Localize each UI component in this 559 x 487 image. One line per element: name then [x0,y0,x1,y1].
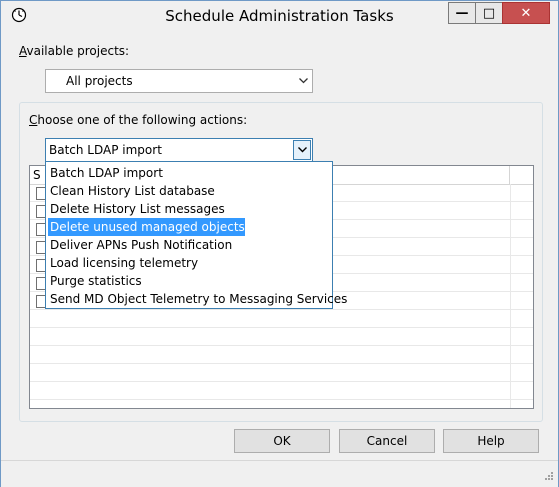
table-row [30,364,533,382]
table-row [30,346,533,364]
close-button[interactable]: ✕ [502,2,550,24]
dropdown-option[interactable]: Batch LDAP import [48,164,163,182]
title-bar[interactable]: Schedule Administration Tasks — □ ✕ [1,1,558,31]
actions-label-text: hoose one of the following actions: [37,113,248,127]
available-projects-label: Available projects: [19,44,129,58]
dialog-window: Schedule Administration Tasks — □ ✕ Avai… [0,0,559,487]
ok-button[interactable]: OK [234,429,330,453]
maximize-button[interactable]: □ [475,2,503,24]
available-projects-label-text: vailable projects: [26,44,130,58]
dropdown-option[interactable]: Send MD Object Telemetry to Messaging Se… [48,290,347,308]
minimize-icon: — [455,5,469,21]
close-icon: ✕ [520,5,532,21]
dropdown-option[interactable]: Purge statistics [48,272,142,290]
minimize-button[interactable]: — [448,2,476,24]
dropdown-option[interactable]: Delete History List messages [48,200,225,218]
available-projects-accel: A [19,44,27,58]
grid-header-last[interactable] [510,166,533,184]
status-bar [1,460,558,487]
action-select-value[interactable]: Batch LDAP import [46,143,293,157]
cancel-button[interactable]: Cancel [339,429,435,453]
resize-grip-icon[interactable] [542,471,554,483]
help-button[interactable]: Help [443,429,539,453]
table-row [30,382,533,400]
table-row [30,310,533,328]
action-dropdown-list[interactable]: Batch LDAP import Clean History List dat… [45,161,347,309]
dropdown-option[interactable]: Clean History List database [48,182,215,200]
dropdown-option[interactable]: Load licensing telemetry [48,254,198,272]
projects-select-value: All projects [66,74,133,88]
chevron-down-icon[interactable] [293,140,311,160]
dropdown-option[interactable]: Deliver APNs Push Notification [48,236,232,254]
dropdown-option-highlighted[interactable]: Delete unused managed objects [48,218,245,236]
maximize-icon: □ [482,5,496,21]
actions-label: Choose one of the following actions: [29,113,247,127]
action-select[interactable]: Batch LDAP import [45,138,313,162]
projects-select[interactable]: All projects [45,69,313,93]
chevron-down-icon[interactable] [294,76,312,87]
table-row [30,328,533,346]
